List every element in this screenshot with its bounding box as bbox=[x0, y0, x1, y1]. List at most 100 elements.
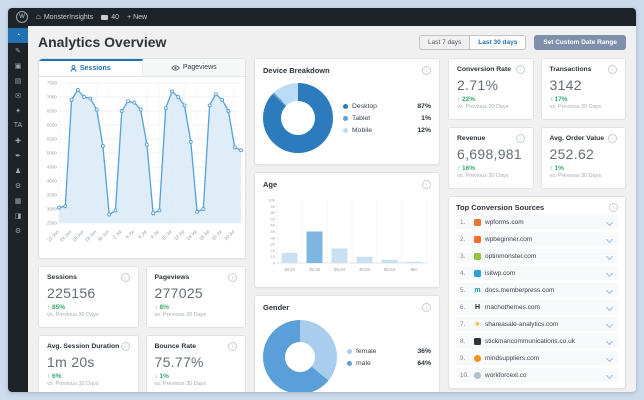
source-row-mindsuppliers-com[interactable]: 9. mindsuppliers.com bbox=[456, 351, 618, 365]
sidebar-item-addons[interactable]: ◨ bbox=[8, 208, 28, 223]
info-icon[interactable]: i bbox=[228, 342, 237, 351]
sessions-line-chart[interactable]: 2500 3000 3500 4000 4500 5000 5500 6000 6500 7000… bbox=[39, 77, 245, 253]
sidebar-item-settings[interactable]: ⚙ bbox=[8, 223, 28, 238]
info-icon[interactable]: i bbox=[422, 180, 431, 189]
stat-value: 6,698,981 bbox=[457, 146, 522, 162]
stat-change: ↑ 85% bbox=[47, 304, 66, 311]
legend-item-mobile: Mobile 12% bbox=[343, 127, 431, 134]
chevron-down-icon[interactable] bbox=[605, 337, 614, 345]
source-row-isitwp-com[interactable]: 4. isitwp.com bbox=[456, 266, 618, 280]
chevron-down-icon[interactable] bbox=[605, 218, 614, 226]
info-icon[interactable]: i bbox=[120, 342, 130, 351]
chevron-down-icon[interactable] bbox=[605, 286, 614, 294]
source-rank: 7. bbox=[460, 320, 466, 328]
stat-card-pageviews: Pageviews i 277025 ↑ 8% vs. Previous 30 Days bbox=[145, 266, 246, 328]
device-breakdown-legend: Desktop 87% Tablet 1% Mobile 12% bbox=[343, 98, 431, 139]
last-7-days-button[interactable]: Last 7 days bbox=[419, 34, 470, 50]
source-row-shareasale-analytics-com[interactable]: 7. ★ shareasale-analytics.com bbox=[456, 317, 618, 331]
info-icon[interactable]: i bbox=[515, 134, 525, 143]
source-row-wpforms-com[interactable]: 1. wpforms.com bbox=[456, 215, 618, 229]
gender-donut[interactable] bbox=[263, 320, 337, 392]
source-row-stickmancommunications-co-uk[interactable]: 8. stickmancommunications.co.uk bbox=[456, 334, 618, 348]
source-row-workforcexl-co[interactable]: 10. workforcexl.co bbox=[456, 368, 618, 382]
svg-text:14 Jul: 14 Jul bbox=[186, 229, 198, 241]
sidebar-item-comments[interactable]: ✉ bbox=[8, 88, 28, 103]
sidebar-item-pages[interactable]: ▤ bbox=[8, 73, 28, 88]
source-row-machothemes-com[interactable]: 6. Hmachothemes.com bbox=[456, 300, 618, 314]
info-icon[interactable]: i bbox=[422, 66, 431, 75]
chevron-down-icon[interactable] bbox=[605, 303, 614, 311]
info-icon[interactable]: i bbox=[422, 303, 431, 312]
svg-text:65+: 65+ bbox=[411, 267, 419, 272]
chevron-down-icon[interactable] bbox=[605, 235, 614, 243]
source-row-wpbeginner-com[interactable]: 2. wpbeginner.com bbox=[456, 232, 618, 246]
stat-comparison-label: vs. Previous 30 Days bbox=[549, 173, 602, 179]
comments-menu[interactable]: 40 bbox=[101, 14, 119, 21]
tab-sessions-label: Sessions bbox=[79, 65, 111, 72]
chevron-down-icon[interactable] bbox=[605, 354, 614, 362]
site-menu[interactable]: ⌂ MonsterInsights bbox=[36, 13, 93, 21]
source-row-optinmonster-com[interactable]: 3. optinmonster.com bbox=[456, 249, 618, 263]
svg-text:30: 30 bbox=[271, 242, 276, 247]
page-title: Analytics Overview bbox=[38, 34, 167, 50]
legend-label: Mobile bbox=[352, 126, 373, 134]
favicon-icon: H bbox=[474, 303, 481, 311]
stat-comparison-label: vs. Previous 30 Days bbox=[47, 381, 99, 387]
svg-text:18-24: 18-24 bbox=[284, 267, 296, 272]
source-domain: isitwp.com bbox=[485, 269, 516, 277]
screenshot-frame: W ⌂ MonsterInsights 40 + New ◔ ✎ ▣ ▤ ✉ ✦ TA ✚ ✒ ♟… bbox=[0, 0, 644, 400]
tab-sessions[interactable]: Sessions bbox=[39, 59, 143, 76]
sidebar-item-posts[interactable]: ✎ bbox=[8, 43, 28, 58]
wordpress-admin-window: W ⌂ MonsterInsights 40 + New ◔ ✎ ▣ ▤ ✉ ✦ TA ✚ ✒ ♟… bbox=[8, 8, 636, 392]
svg-text:6 Jul: 6 Jul bbox=[137, 229, 147, 239]
chevron-down-icon[interactable] bbox=[605, 320, 614, 328]
info-icon[interactable]: i bbox=[515, 65, 525, 74]
last-30-days-button[interactable]: Last 30 days bbox=[469, 34, 527, 50]
svg-text:30 Jun: 30 Jun bbox=[97, 229, 111, 243]
sidebar-item-layout[interactable]: ▦ bbox=[8, 193, 28, 208]
stat-label: Bounce Rate bbox=[154, 343, 197, 350]
svg-text:20 Jul: 20 Jul bbox=[223, 229, 235, 241]
svg-text:5000: 5000 bbox=[47, 151, 58, 156]
device-breakdown-donut[interactable] bbox=[263, 83, 333, 153]
stat-value: 3142 bbox=[549, 77, 582, 93]
svg-text:12 Jul: 12 Jul bbox=[173, 229, 185, 241]
tab-pageviews[interactable]: Pageviews bbox=[143, 59, 246, 76]
stat-card-bounce-rate: Bounce Rate i 75.77% ↓ 1% vs. Previous 30 Da… bbox=[145, 335, 246, 392]
info-icon[interactable]: i bbox=[608, 134, 617, 143]
sidebar-item-monsterinsights[interactable]: ◔ bbox=[8, 28, 28, 43]
info-icon[interactable]: i bbox=[609, 203, 618, 212]
source-domain: workforcexl.co bbox=[485, 371, 527, 379]
tab-pageviews-label: Pageviews bbox=[182, 64, 217, 71]
legend-dot bbox=[343, 103, 348, 109]
svg-text:10 Jul: 10 Jul bbox=[160, 229, 172, 241]
stat-value: 1m 20s bbox=[47, 354, 95, 370]
legend-label: female bbox=[356, 347, 377, 355]
stat-card-transactions: Transactions i 3142 ↑ 17% vs. Previous 30 Da… bbox=[540, 58, 626, 120]
info-icon[interactable]: i bbox=[120, 273, 130, 282]
age-bar-chart[interactable]: 0 102030 405060 708090100 18-24 25-34 35-44 45-… bbox=[263, 195, 431, 275]
chevron-down-icon[interactable] bbox=[605, 371, 614, 379]
set-custom-date-range-button[interactable]: Set Custom Date Range bbox=[534, 34, 626, 50]
wordpress-logo-icon[interactable]: W bbox=[16, 11, 28, 23]
source-domain: docs.memberpress.com bbox=[485, 286, 555, 294]
sidebar-item-users[interactable]: ♟ bbox=[8, 163, 28, 178]
sidebar-item-appearance[interactable]: ✦ bbox=[8, 103, 28, 118]
new-menu[interactable]: + New bbox=[127, 14, 147, 21]
sidebar-item-media[interactable]: ▣ bbox=[8, 58, 28, 73]
content-area: Analytics Overview Last 7 days Last 30 d… bbox=[28, 26, 636, 392]
info-icon[interactable]: i bbox=[608, 65, 617, 74]
favicon-icon bbox=[474, 337, 481, 345]
chevron-down-icon[interactable] bbox=[605, 269, 614, 277]
stat-value: 75.77% bbox=[154, 354, 204, 370]
sidebar-item-design[interactable]: ✒ bbox=[8, 148, 28, 163]
sidebar-item-plugins[interactable]: ✚ bbox=[8, 133, 28, 148]
svg-text:0: 0 bbox=[273, 261, 276, 266]
info-icon[interactable]: i bbox=[228, 273, 237, 282]
sidebar-item-ta-analytics[interactable]: TA bbox=[8, 118, 28, 133]
chevron-down-icon[interactable] bbox=[605, 252, 614, 260]
source-row-docs-memberpress-com[interactable]: 5. m docs.memberpress.com bbox=[456, 283, 618, 297]
svg-text:4 Jul: 4 Jul bbox=[125, 229, 135, 239]
sidebar-item-tools[interactable]: ⚙ bbox=[8, 178, 28, 193]
gender-panel: Gender i female 36% male 64% bbox=[254, 295, 440, 392]
